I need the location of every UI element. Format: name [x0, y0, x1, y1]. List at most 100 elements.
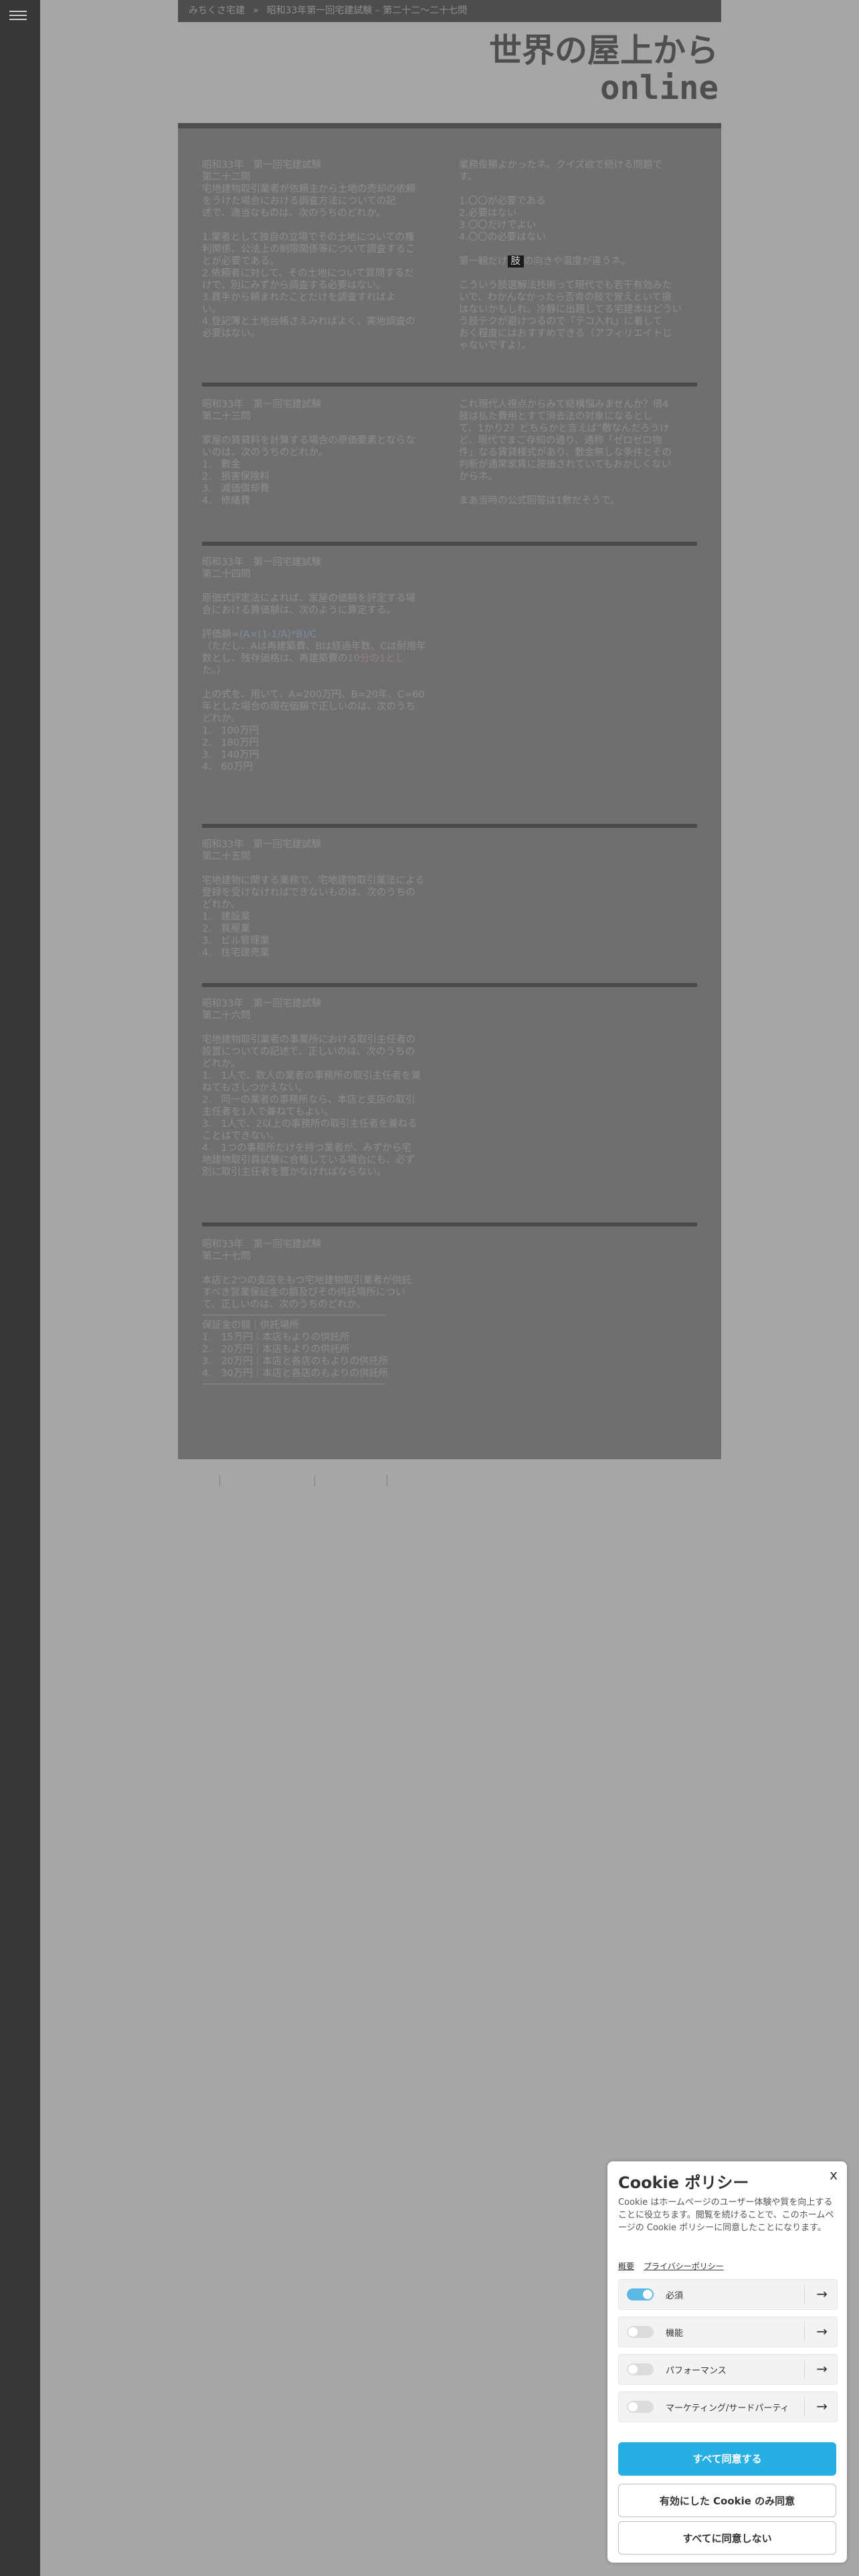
option-text: 4. 60万円: [202, 762, 253, 772]
arrow-right-icon[interactable]: →: [816, 2398, 828, 2414]
commentary-text: これ現代人視点からみて結構悩みませんか？借4: [459, 399, 669, 410]
breadcrumb-home-link[interactable]: みちくさ宅建: [189, 5, 245, 16]
commentary-text: 肢は払た費用とすて消去法の対象になるとし: [459, 411, 653, 422]
formula-explain: た。）: [202, 665, 227, 676]
commentary-text: 判断が通常家賃に按価されていてもおかしくない: [459, 459, 672, 470]
category-divider: [804, 2285, 805, 2304]
toggle-required[interactable]: [627, 2288, 654, 2300]
close-icon[interactable]: x: [830, 2167, 838, 2183]
breadcrumb-separator: »: [253, 5, 259, 16]
question-23: 昭和33年 第一回宅建試験 第二十三問 家屋の賃貸料を計算する場合の原価要素とな…: [202, 399, 450, 507]
option-text: 3.買手から頼まれたことだけを調査すればよ: [202, 292, 396, 303]
site-title[interactable]: 世界の屋上から online: [489, 32, 719, 107]
commentary-text: ゃないですよ）。: [459, 340, 532, 351]
question-text: 登録を受けなければできないものは、次のうちの: [202, 887, 415, 898]
hamburger-menu-icon[interactable]: [9, 8, 27, 23]
question-text: 述で、適当なものは、次のうちのどれか。: [202, 208, 386, 219]
commentary-text: まあ当時の公式回答は1敷だそうで。: [459, 496, 620, 506]
commentary-text: こういう肢選解法技術って現代でも若干有効みた: [459, 280, 672, 291]
option-text: 2. 180万円: [202, 738, 260, 748]
toggle-performance[interactable]: [627, 2363, 654, 2375]
exam-label: 昭和33年 第一回宅建試験: [202, 998, 321, 1009]
commentary-text: からネ。: [459, 471, 498, 482]
cookie-category-required[interactable]: 必須 →: [618, 2279, 838, 2310]
option-text: とが必要である。: [202, 256, 280, 267]
commentary-text: す。: [459, 172, 478, 183]
question-text: 合における算価額は、次のように算定する。: [202, 605, 396, 616]
option-text: ことはできない。: [202, 1131, 280, 1142]
commentary-text: ど、現代でまご存知の通り、通称「ゼロゼロ物: [459, 435, 662, 446]
question-text: いのは、次のうちのどれか。: [202, 447, 328, 458]
option-text: 必要はない。: [202, 328, 260, 339]
option-text: 1. 15万円｜本店もよりの供託所: [202, 1332, 350, 1343]
exam-label: 昭和33年 第一回宅建試験: [202, 160, 321, 171]
question-text: すべき営業保証金の額及びその供託場所につい: [202, 1287, 405, 1298]
option-text: 4. 修繕費: [202, 496, 250, 506]
question-26: 昭和33年 第一回宅建試験 第二十六問 宅地建物取引業者の事業所における取引主任…: [202, 998, 463, 1178]
category-divider: [804, 2323, 805, 2341]
quiz-line: 3.〇〇だけでよい: [459, 220, 537, 231]
toggle-functional[interactable]: [627, 2326, 654, 2338]
reject-all-button[interactable]: すべてに同意しない: [618, 2521, 836, 2555]
option-text: 4. 1つの事務所だけを持つ業者が、みずから宅: [202, 1143, 411, 1154]
category-divider: [804, 2360, 805, 2379]
option-text: 4. 30万円｜本店と各店のもよりの供託所: [202, 1368, 389, 1379]
highlight-box: 肢: [507, 255, 524, 267]
question-number: 第二十六問: [202, 1010, 251, 1021]
accept-all-button[interactable]: すべて同意する: [618, 2442, 836, 2476]
commentary-note: 第一観だけ肢の向きや温度が違うネ。: [459, 255, 700, 267]
option-text: 3. 140万円: [202, 750, 260, 760]
question-number: 第二十三問: [202, 411, 251, 422]
privacy-policy-link[interactable]: プライバシーポリシー: [644, 2262, 724, 2271]
cookie-category-marketing[interactable]: マーケティング/サードパーティ →: [618, 2391, 838, 2422]
question-text: どれか。: [202, 714, 241, 724]
arrow-right-icon[interactable]: →: [816, 2323, 828, 2339]
question-number: 第二十四問: [202, 569, 251, 580]
formula-label: 評価額=: [202, 629, 240, 640]
category-label: 必須: [666, 2291, 684, 2301]
accept-enabled-button[interactable]: 有効にした Cookie のみ同意: [618, 2484, 836, 2517]
option-text: 2. 質屋業: [202, 924, 250, 934]
category-label: マーケティング/サードパーティ: [666, 2403, 789, 2413]
note-suffix: の向きや温度が違うネ。: [524, 256, 631, 267]
section-divider: [202, 542, 697, 546]
question-text: 本店と2つの支店をもつ宅地建物取引業者が供託: [202, 1275, 412, 1286]
section-divider: [202, 383, 697, 387]
overview-link[interactable]: 概要: [618, 2262, 634, 2271]
option-text: 主任者を1人で兼ねてもよい。: [202, 1107, 334, 1117]
commentary-text: う肢テクが避けつるので「テコ入れ」に着して: [459, 316, 663, 327]
option-text: 4.登記簿と土地台帳さえみればよく、実地調査の: [202, 316, 415, 327]
option-text: けで、別にみずから調査する必要はない。: [202, 280, 386, 291]
section-divider: [202, 983, 697, 987]
exam-label: 昭和33年 第一回宅建試験: [202, 399, 321, 410]
option-text: 3. ビル管理業: [202, 936, 270, 946]
question-23-commentary: これ現代人視点からみて結構悩みませんか？借4 肢は払た費用とすて消去法の対象にな…: [459, 399, 700, 507]
cookie-category-functional[interactable]: 機能 →: [618, 2317, 838, 2347]
footer-separator: [314, 1475, 315, 1486]
arrow-right-icon[interactable]: →: [816, 2286, 828, 2302]
option-text: ねてもさしつかえない。: [202, 1083, 308, 1093]
question-24: 昭和33年 第一回宅建試験 第二十四問 原価式評定法によれば、家屋の価額を評定す…: [202, 556, 456, 773]
breadcrumb-current: 昭和33年第一回宅建試験 – 第二十二〜二十七問: [266, 5, 468, 16]
cookie-category-performance[interactable]: パフォーマンス →: [618, 2354, 838, 2385]
option-text: 3. 20万円｜本店と各店のもよりの供託所: [202, 1356, 389, 1367]
formula-explain-highlight: 10分の1とし: [347, 653, 405, 664]
commentary-text: はないかもしれ。冷静に出題してる宅建本はどうい: [459, 304, 682, 315]
site-title-line2: online: [599, 69, 719, 107]
formula-explain-text: 数とし、残存価格は、再建築費の: [202, 653, 348, 664]
formula-explain: （ただし、Aは再建築費、Bは経過年数、Cは耐用年: [202, 641, 426, 652]
question-text: どれか。: [202, 899, 241, 910]
toggle-marketing[interactable]: [627, 2401, 654, 2413]
arrow-right-icon[interactable]: →: [816, 2361, 828, 2377]
footer-separator: [219, 1475, 220, 1486]
exam-label: 昭和33年 第一回宅建試験: [202, 557, 321, 568]
formula: 評価額=(A×(1-1/A)*B)/C: [202, 629, 456, 641]
question-27: 昭和33年 第一回宅建試験 第二十七問 本店と2つの支店をもつ宅地建物取引業者が…: [202, 1239, 463, 1388]
question-text: どれか。: [202, 1059, 241, 1069]
question-22: 昭和33年 第一回宅建試験 第二十二問 宅地建物取引業者が依頼主から土地の売却の…: [202, 159, 450, 340]
question-22-commentary: 業務俊勝よかったネ。クイズ欲で続ける問題で す。 1.〇〇が必要である 2.必要…: [459, 159, 700, 352]
note-prefix: 第一観だけ: [459, 256, 508, 267]
commentary-text: おく程度にはおすすめできる（アフィリエイトじ: [459, 328, 672, 339]
question-text: 年とした場合の現在価額で正しいのは、次のうち: [202, 702, 415, 712]
commentary-text: 業務俊勝よかったネ。クイズ欲で続ける問題で: [459, 160, 663, 171]
